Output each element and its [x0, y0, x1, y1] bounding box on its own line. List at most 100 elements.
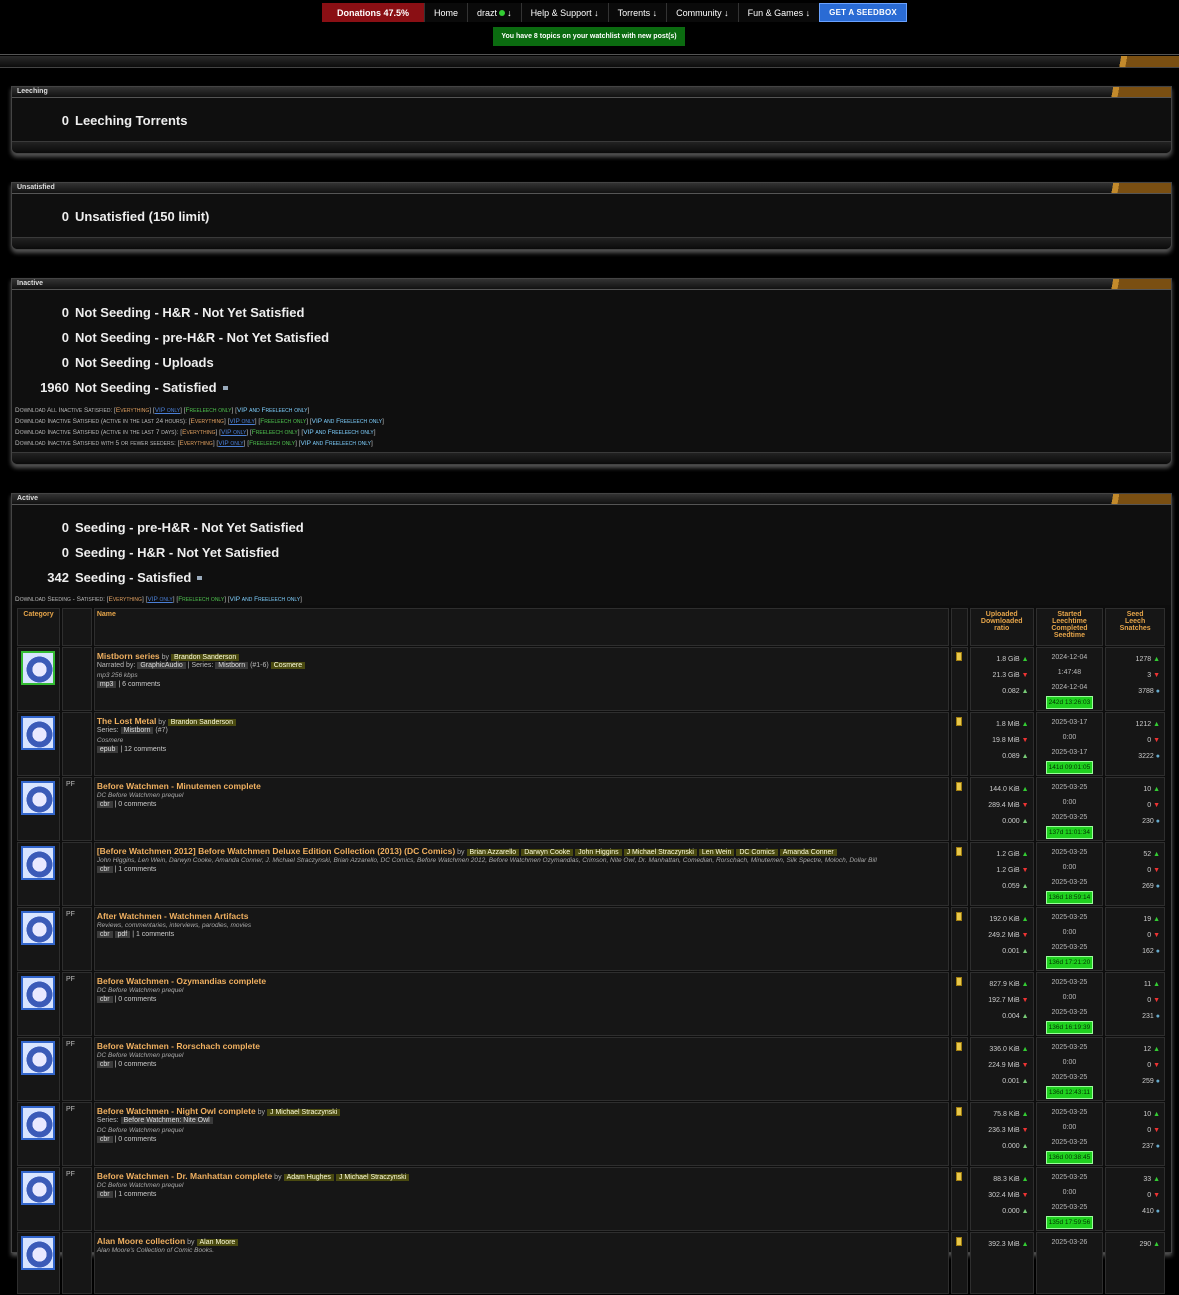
download-vip-freeleech-link[interactable]: VIP and Freeleech only	[230, 596, 301, 603]
col-name[interactable]: Name	[93, 608, 949, 646]
download-everything-link[interactable]: Everything	[109, 596, 142, 603]
author-tag[interactable]: Adam Hughes	[283, 1174, 334, 1181]
download-everything-link[interactable]: Everything	[191, 418, 224, 425]
format-badge[interactable]: cbr	[96, 801, 113, 808]
format-badge[interactable]: cbr	[96, 1191, 113, 1198]
format-badge[interactable]: epub	[96, 746, 119, 753]
category-icon[interactable]	[21, 716, 55, 750]
author-tag[interactable]: J Michael Straczynski	[335, 1174, 410, 1181]
comments-link[interactable]: | 1 comments	[115, 866, 157, 873]
download-vip-freeleech-link[interactable]: VIP and Freeleech only	[303, 429, 374, 436]
expand-icon[interactable]	[222, 385, 228, 390]
format-badge[interactable]: cbr	[96, 1136, 113, 1143]
seeders-value[interactable]: 10 ▲	[1106, 782, 1160, 798]
leechers-value[interactable]: 0 ▼	[1106, 1123, 1160, 1139]
leechers-value[interactable]: 0 ▼	[1106, 863, 1160, 879]
torrent-title-link[interactable]: Before Watchmen - Dr. Manhattan complete	[97, 1171, 272, 1181]
seeders-value[interactable]: 19 ▲	[1106, 912, 1160, 928]
download-everything-link[interactable]: Everything	[182, 429, 215, 436]
download-vip-link[interactable]: VIP only	[218, 440, 243, 447]
user-menu[interactable]: drazt ↓	[467, 3, 521, 22]
category-icon[interactable]	[21, 1236, 55, 1270]
bookmark-icon[interactable]	[956, 782, 963, 791]
author-tag[interactable]: Amanda Conner	[779, 849, 837, 856]
stat-row[interactable]: 342 Seeding - Satisfied	[12, 565, 1171, 590]
author-tag[interactable]: DC Comics	[736, 849, 778, 856]
comments-link[interactable]: | 6 comments	[118, 681, 160, 688]
series-tag[interactable]: Mistborn	[120, 727, 154, 734]
seeders-value[interactable]: 52 ▲	[1106, 847, 1160, 863]
col-times[interactable]: Started Leechtime Completed Seedtime	[1035, 608, 1104, 646]
torrents-menu[interactable]: Torrents ↓	[607, 3, 667, 22]
donations-link[interactable]: Donations 47.5%	[322, 3, 425, 22]
seeders-value[interactable]: 1278 ▲	[1106, 652, 1160, 668]
download-freeleech-link[interactable]: Freeleech only	[178, 596, 224, 603]
torrent-title-link[interactable]: Mistborn series	[97, 651, 160, 661]
author-tag[interactable]: Darwyn Cooke	[521, 849, 574, 856]
leechers-value[interactable]: 0 ▼	[1106, 1188, 1160, 1204]
download-vip-link[interactable]: VIP only	[147, 596, 172, 603]
download-vip-link[interactable]: VIP only	[221, 429, 246, 436]
stat-row[interactable]: 0 Leeching Torrents	[12, 108, 1171, 133]
download-vip-link[interactable]: VIP only	[229, 418, 254, 425]
torrent-title-link[interactable]: Before Watchmen - Ozymandias complete	[97, 976, 266, 986]
author-tag[interactable]: Len Wein	[698, 849, 735, 856]
author-tag[interactable]: John Higgins	[575, 849, 622, 856]
snatches-value[interactable]: 269 ●	[1106, 879, 1160, 895]
category-icon[interactable]	[21, 651, 55, 685]
seeders-value[interactable]: 12 ▲	[1106, 1042, 1160, 1058]
seeders-value[interactable]: 11 ▲	[1106, 977, 1160, 993]
author-tag[interactable]: Brian Azzarello	[466, 849, 520, 856]
get-seedbox-button[interactable]: GET A SEEDBOX	[819, 3, 907, 22]
seeders-value[interactable]: 1212 ▲	[1106, 717, 1160, 733]
stat-row[interactable]: 0 Not Seeding - Uploads	[12, 350, 1171, 375]
format-badge[interactable]: cbr	[96, 996, 113, 1003]
category-icon[interactable]	[21, 1171, 55, 1205]
comments-link[interactable]: | 0 comments	[115, 801, 157, 808]
category-icon[interactable]	[21, 846, 55, 880]
stat-row[interactable]: 0 Not Seeding - pre-H&R - Not Yet Satisfi…	[12, 325, 1171, 350]
comments-link[interactable]: | 0 comments	[115, 996, 157, 1003]
watchlist-notice[interactable]: You have 8 topics on your watchlist with…	[493, 27, 685, 46]
bookmark-icon[interactable]	[956, 977, 963, 986]
download-freeleech-link[interactable]: Freeleech only	[249, 440, 295, 447]
snatches-value[interactable]: 162 ●	[1106, 944, 1160, 960]
download-everything-link[interactable]: Everything	[179, 440, 212, 447]
seeders-value[interactable]: 33 ▲	[1106, 1172, 1160, 1188]
download-vip-freeleech-link[interactable]: VIP and Freeleech only	[300, 440, 371, 447]
fun-games-menu[interactable]: Fun & Games ↓	[737, 3, 820, 22]
author-tag[interactable]: J Michael Straczynski	[267, 1109, 341, 1116]
comments-link[interactable]: | 12 comments	[120, 746, 166, 753]
category-icon[interactable]	[21, 1041, 55, 1075]
download-vip-freeleech-link[interactable]: VIP and Freeleech only	[237, 407, 308, 414]
leechers-value[interactable]: 0 ▼	[1106, 928, 1160, 944]
format-badge[interactable]: cbr	[96, 1061, 113, 1068]
torrent-title-link[interactable]: [Before Watchmen 2012] Before Watchmen D…	[97, 846, 455, 856]
snatches-value[interactable]: 259 ●	[1106, 1074, 1160, 1090]
leechers-value[interactable]: 3 ▼	[1106, 668, 1160, 684]
stat-row[interactable]: 1960 Not Seeding - Satisfied	[12, 375, 1171, 400]
stat-row[interactable]: 0 Not Seeding - H&R - Not Yet Satisfied	[12, 300, 1171, 325]
bookmark-icon[interactable]	[956, 912, 963, 921]
extra-tag[interactable]: Cosmere	[270, 662, 306, 669]
download-everything-link[interactable]: Everything	[116, 407, 149, 414]
seeders-value[interactable]: 290 ▲	[1106, 1237, 1160, 1253]
snatches-value[interactable]: 3222 ●	[1106, 749, 1160, 765]
series-tag[interactable]: Mistborn	[215, 662, 249, 669]
torrent-title-link[interactable]: Before Watchmen - Minutemen complete	[97, 781, 261, 791]
category-icon[interactable]	[21, 781, 55, 815]
bookmark-icon[interactable]	[956, 847, 963, 856]
format-badge[interactable]: cbr	[96, 866, 113, 873]
bookmark-icon[interactable]	[956, 1042, 963, 1051]
comments-link[interactable]: | 1 comments	[115, 1191, 157, 1198]
leechers-value[interactable]: 0 ▼	[1106, 1058, 1160, 1074]
torrent-title-link[interactable]: Before Watchmen - Night Owl complete	[97, 1106, 256, 1116]
bookmark-icon[interactable]	[956, 717, 963, 726]
stat-row[interactable]: 0 Unsatisfied (150 limit)	[12, 204, 1171, 229]
comments-link[interactable]: | 0 comments	[115, 1061, 157, 1068]
download-freeleech-link[interactable]: Freeleech only	[186, 407, 232, 414]
bookmark-icon[interactable]	[956, 1172, 963, 1181]
snatches-value[interactable]: 410 ●	[1106, 1204, 1160, 1220]
leechers-value[interactable]: 0 ▼	[1106, 798, 1160, 814]
format-badge[interactable]: cbr	[96, 931, 113, 938]
